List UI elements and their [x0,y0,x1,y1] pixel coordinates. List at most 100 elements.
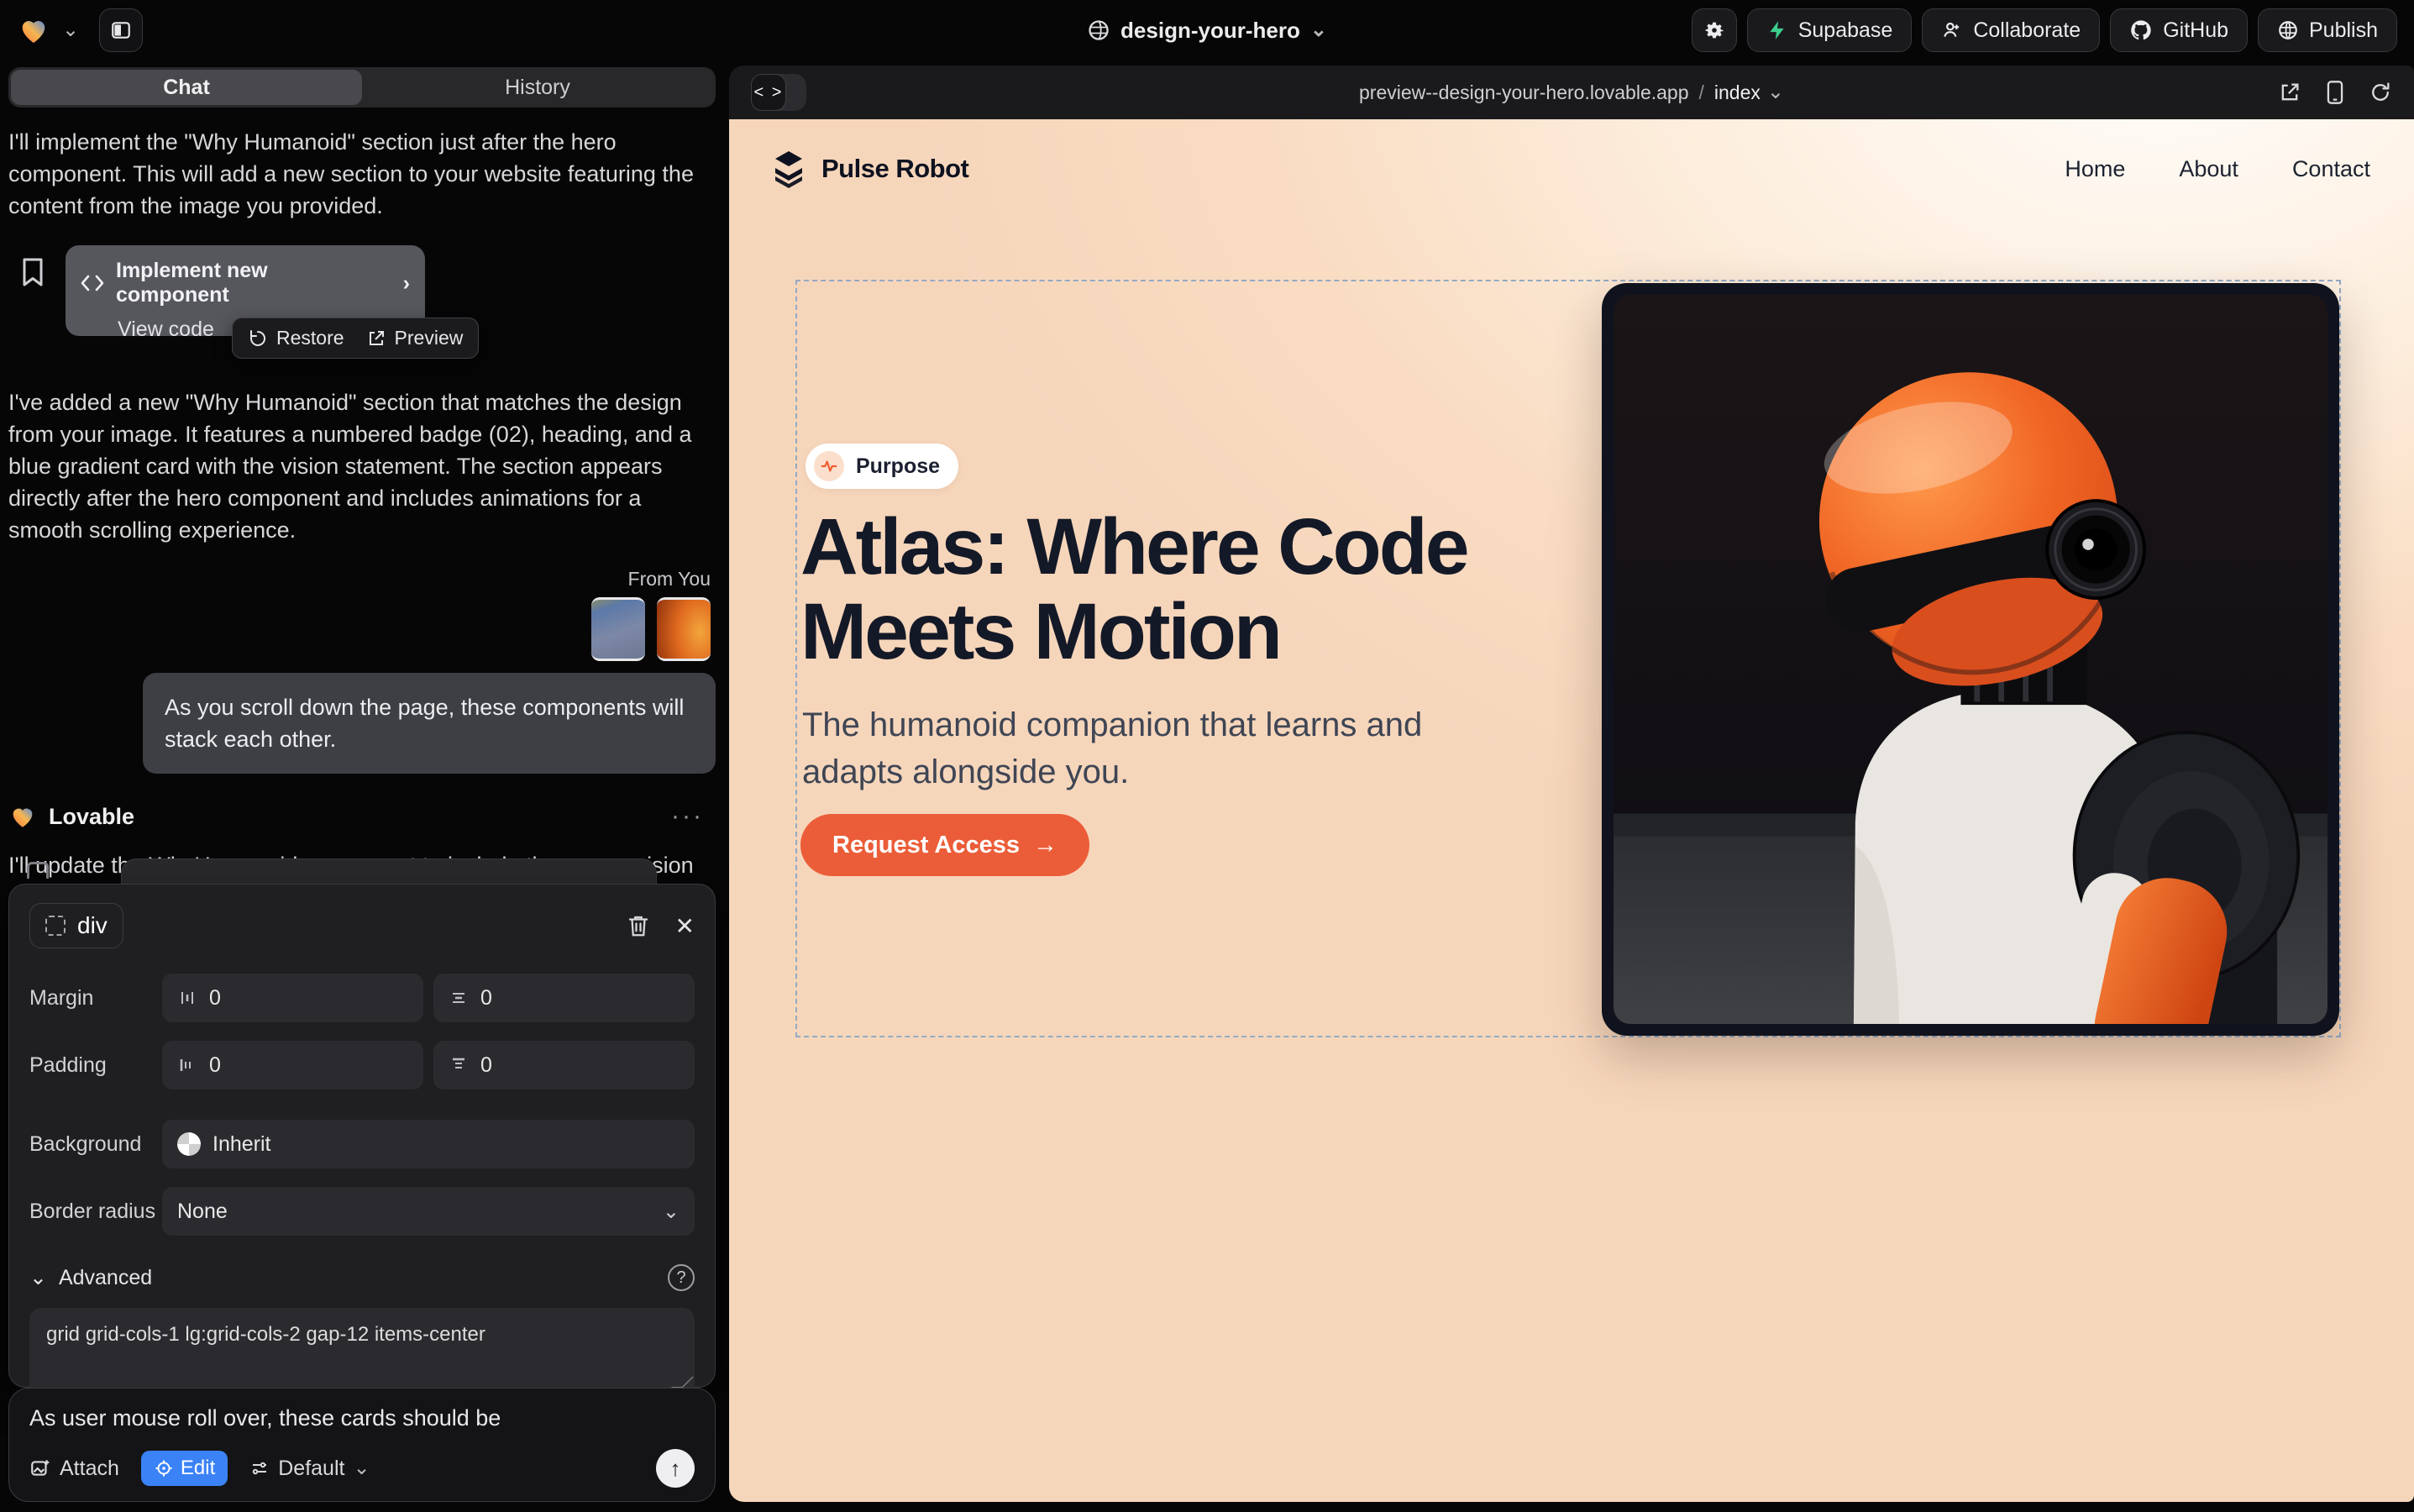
component-card-group: Implement new component › View code Rest… [8,245,716,368]
message-options-button[interactable]: ··· [671,802,716,831]
padding-label: Padding [29,1053,162,1078]
chat-input-box[interactable]: As user mouse roll over, these cards sho… [8,1388,716,1502]
project-switcher[interactable]: design-your-hero ⌄ [1087,18,1327,44]
nav-home[interactable]: Home [2065,156,2125,182]
refresh-button[interactable] [2369,81,2392,104]
edit-mode-button[interactable]: Edit [141,1451,228,1486]
preview-panel: < > preview--design-your-hero.lovable.ap… [729,66,2414,1502]
padding-x-input[interactable]: 0 [162,1041,423,1089]
code-icon [81,274,104,292]
preview-url[interactable]: preview--design-your-hero.lovable.app / … [1359,81,1784,104]
open-external-button[interactable] [2278,81,2301,104]
publish-globe-icon [2277,19,2299,41]
padding-x-value: 0 [209,1053,221,1078]
element-outline-icon [45,916,66,936]
hero-robot-card [1602,283,2339,1036]
model-mode-select[interactable]: Default ⌄ [249,1457,370,1481]
close-icon[interactable]: ✕ [675,912,695,940]
mobile-view-button[interactable] [2325,80,2345,105]
component-card-title: Implement new component [116,259,380,307]
arrow-right-icon: → [1033,832,1057,859]
chat-input-text[interactable]: As user mouse roll over, these cards sho… [29,1405,695,1431]
padding-y-value: 0 [480,1053,492,1078]
code-view-icon: < > [751,74,786,111]
mode-chevron-icon: ⌄ [353,1458,370,1478]
purpose-badge: Purpose [806,444,958,489]
margin-horizontal-icon [177,988,197,1008]
help-icon[interactable]: ? [668,1264,695,1291]
tab-history[interactable]: History [362,70,713,105]
margin-x-input[interactable]: 0 [162,974,423,1022]
margin-x-value: 0 [209,986,221,1011]
padding-vertical-icon [449,1055,469,1075]
selected-element-outline[interactable]: Purpose Atlas: Where Code Meets Motion T… [795,280,2341,1037]
restore-icon [248,328,268,349]
hero-subtitle: The humanoid companion that learns and a… [802,701,1424,795]
padding-y-input[interactable]: 0 [433,1041,695,1089]
cta-label: Request Access [832,832,1020,859]
project-chevron-down-icon: ⌄ [1310,20,1327,40]
attach-button[interactable]: Attach [29,1457,119,1481]
github-label: GitHub [2163,18,2228,43]
background-label: Background [29,1132,162,1157]
attach-image-icon [29,1457,51,1479]
external-link-icon [366,328,386,349]
margin-vertical-icon [449,988,469,1008]
supabase-icon [1766,19,1788,41]
assistant-header: Lovable ··· [8,802,716,831]
background-input[interactable]: Inherit [162,1120,695,1168]
attachment-thumbnail-blue[interactable] [591,597,645,661]
url-separator: / [1696,81,1708,104]
chevron-down-icon: ⌄ [663,1200,680,1224]
margin-y-input[interactable]: 0 [433,974,695,1022]
sidebar-panel-icon [110,19,132,41]
attach-label: Attach [60,1457,119,1481]
user-attachments: From You [8,568,716,661]
pulse-icon [814,451,844,481]
trash-icon[interactable] [627,913,650,938]
attachment-thumbnail-orange[interactable] [657,597,711,661]
logo-chevron-down-icon[interactable]: ⌄ [62,20,79,40]
border-radius-select[interactable]: None ⌄ [162,1187,695,1236]
padding-horizontal-icon [177,1055,197,1075]
advanced-label[interactable]: Advanced [59,1266,152,1290]
edit-label: Edit [181,1457,215,1480]
from-you-label: From You [628,568,711,591]
site-brand[interactable]: Pulse Robot [769,150,968,188]
url-chevron-icon: ⌄ [1767,82,1784,102]
github-icon [2129,18,2153,42]
preview-label: Preview [395,327,464,349]
tab-chat[interactable]: Chat [11,70,362,105]
sidebar-toggle-button[interactable] [99,8,143,52]
lovable-logo-icon[interactable] [17,13,50,47]
border-radius-label: Border radius [29,1200,162,1224]
nav-contact[interactable]: Contact [2292,156,2370,182]
supabase-button[interactable]: Supabase [1747,8,1913,52]
code-preview-toggle[interactable]: < > [751,74,806,111]
transparency-swatch-icon [177,1132,201,1156]
site-canvas: Pulse Robot Home About Contact Purpose A… [729,119,2414,1502]
bookmark-icon[interactable] [20,257,45,287]
nav-about[interactable]: About [2179,156,2238,182]
background-value: Inherit [213,1132,270,1157]
chat-sidebar: Chat History I'll implement the "Why Hum… [8,67,716,1505]
selected-element-chip[interactable]: div [29,903,123,948]
site-navbar: Pulse Robot Home About Contact [729,119,2414,188]
border-radius-value: None [177,1200,228,1224]
preview-button[interactable]: Preview [366,327,464,349]
github-button[interactable]: GitHub [2110,8,2248,52]
advanced-classes-box: grid grid-cols-1 lg:grid-cols-2 gap-12 i… [29,1308,695,1395]
send-button[interactable]: ↑ [656,1449,695,1488]
mode-label: Default [278,1457,344,1481]
chevron-right-icon: › [403,271,410,296]
request-access-button[interactable]: Request Access → [800,814,1089,876]
settings-button[interactable] [1692,8,1737,52]
collaborate-button[interactable]: Collaborate [1922,8,2100,52]
classes-textarea[interactable]: grid grid-cols-1 lg:grid-cols-2 gap-12 i… [46,1323,678,1380]
restore-button[interactable]: Restore [248,327,344,349]
advanced-chevron-icon[interactable]: ⌄ [29,1265,47,1290]
publish-button[interactable]: Publish [2258,8,2397,52]
site-brand-name: Pulse Robot [821,154,968,184]
bookmark-icon-partial [27,862,49,879]
app-topbar: ⌄ design-your-hero ⌄ Supabase [0,0,2414,60]
